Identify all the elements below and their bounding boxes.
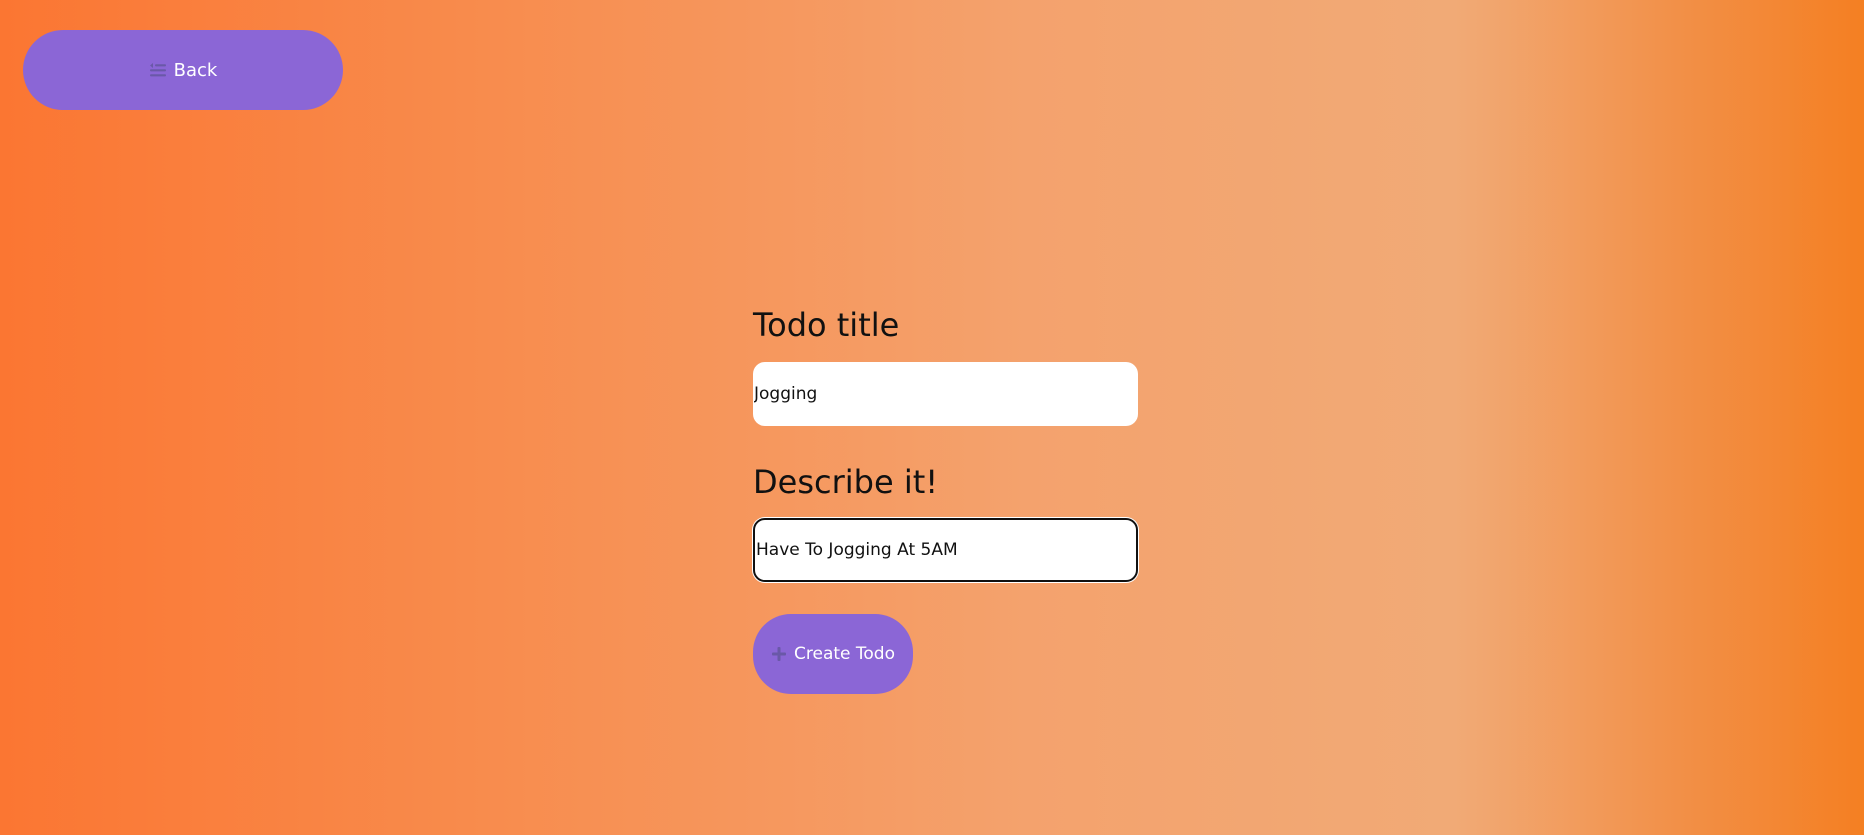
create-todo-button[interactable]: Create Todo	[753, 614, 913, 694]
plus-icon	[771, 646, 787, 662]
todo-description-label: Describe it!	[753, 463, 939, 501]
todo-description-input[interactable]	[753, 518, 1138, 582]
todo-title-label: Todo title	[753, 306, 900, 344]
back-button-label: Back	[173, 59, 218, 81]
todo-title-input[interactable]	[753, 362, 1138, 426]
back-button[interactable]: Back	[23, 30, 343, 110]
create-todo-label: Create Todo	[794, 644, 895, 664]
back-list-icon	[149, 62, 167, 78]
